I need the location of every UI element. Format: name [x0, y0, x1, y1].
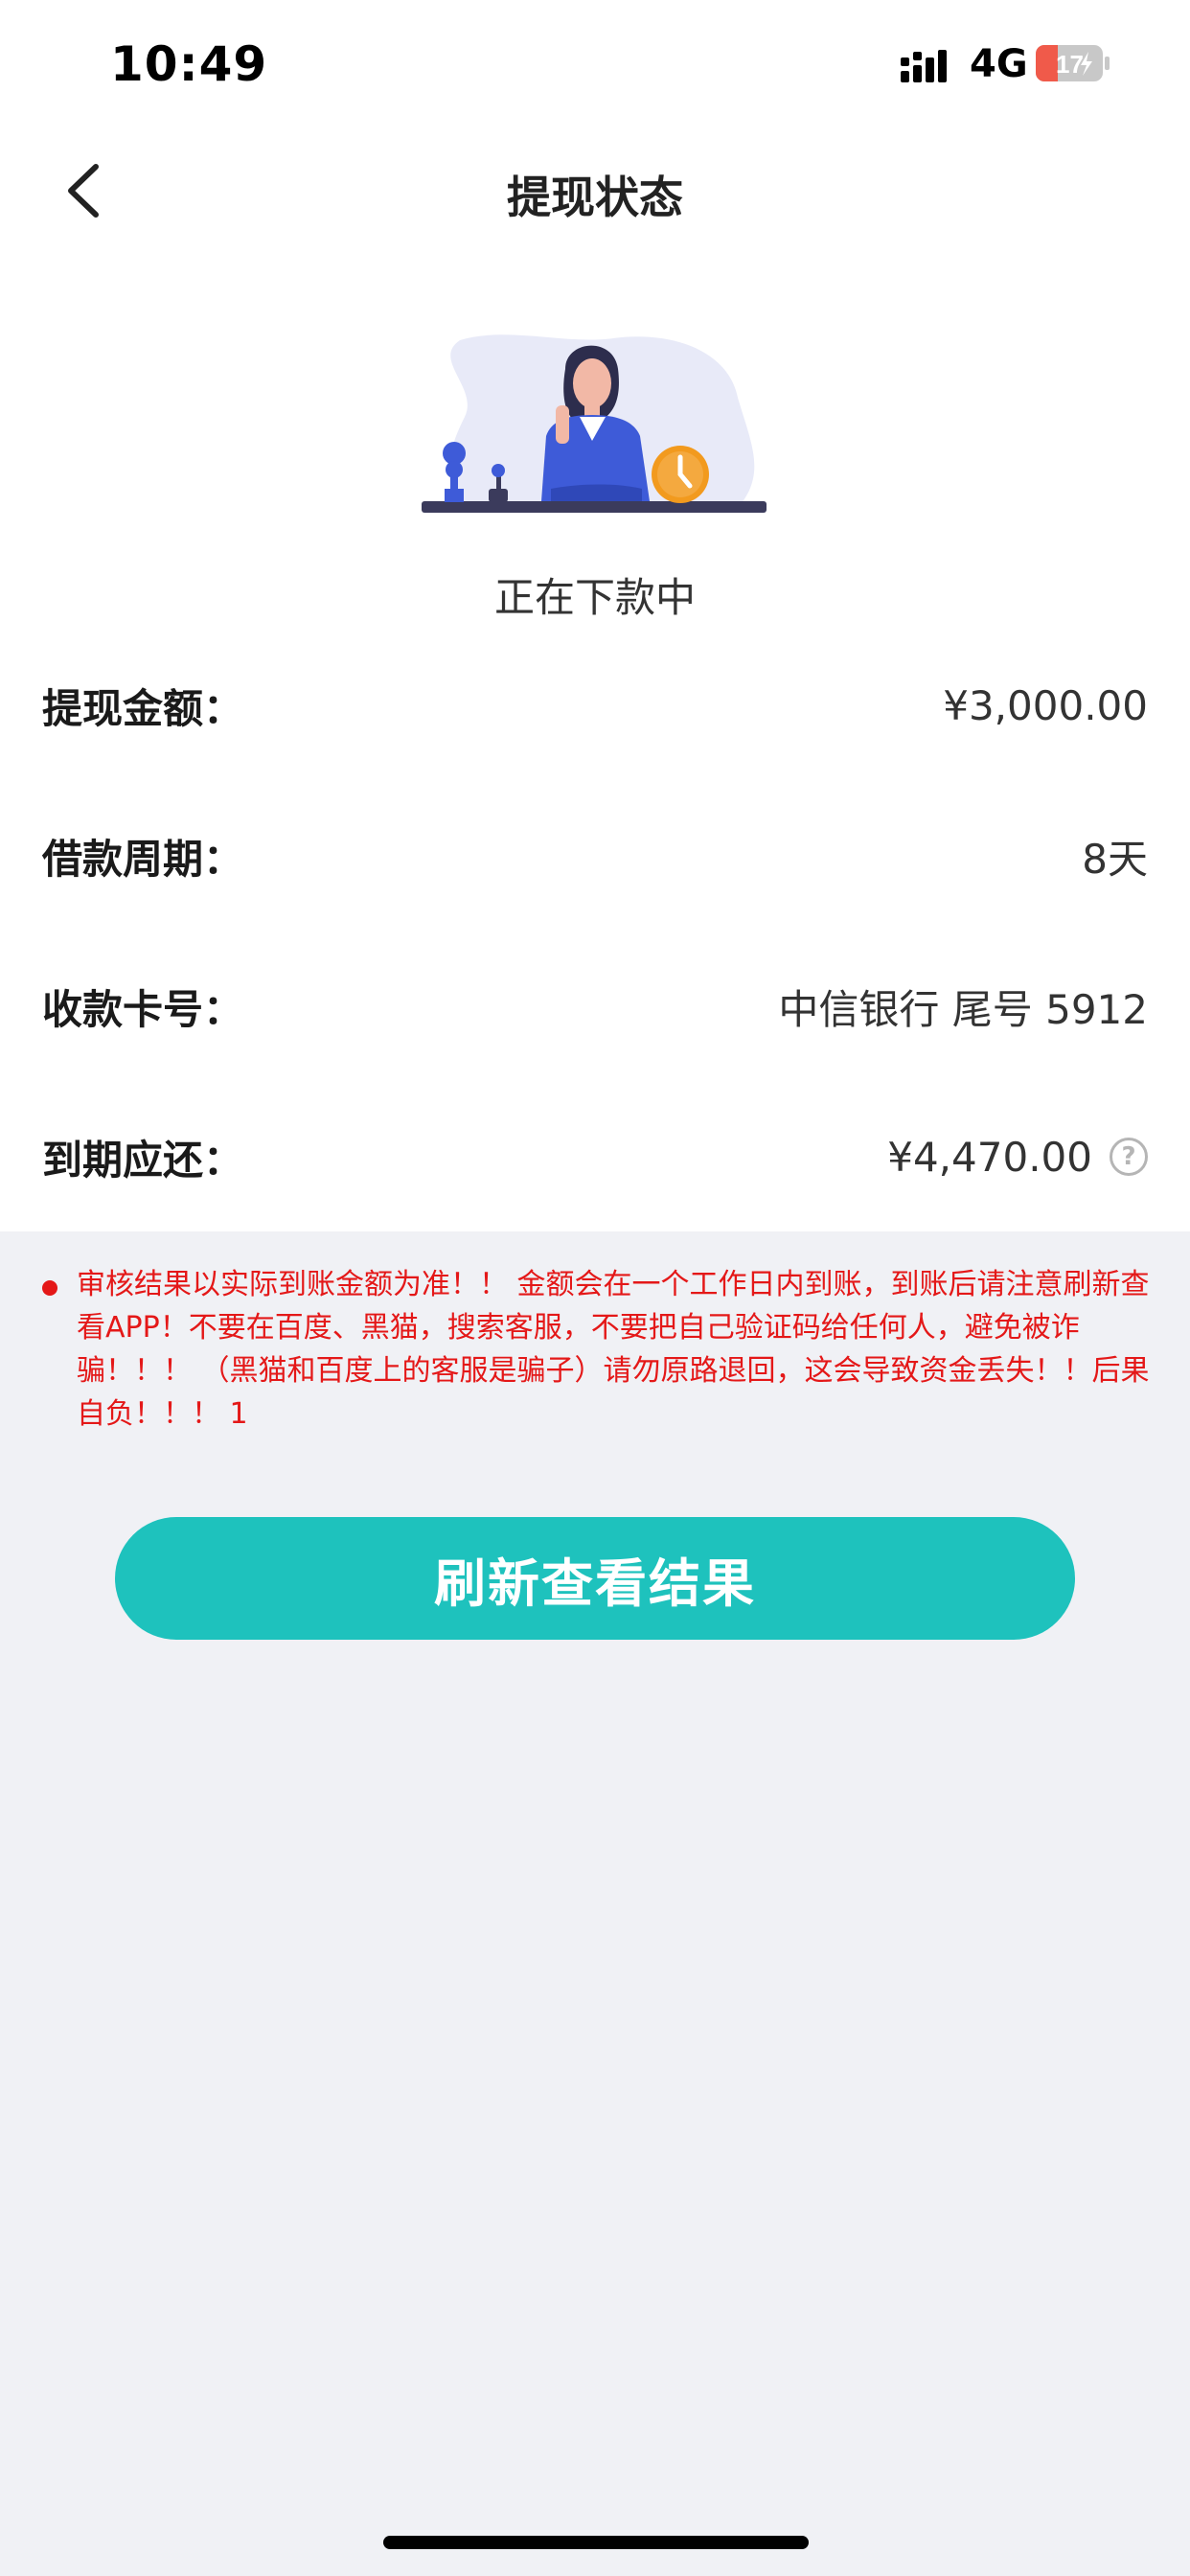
row-card-number: 收款卡号： 中信银行 尾号 5912: [42, 968, 1148, 1045]
notice-text: 审核结果以实际到账金额为准！！ 金额会在一个工作日内到账，到账后请注意刷新查看A…: [77, 1268, 1150, 1431]
row-value: 中信银行 尾号 5912: [778, 985, 1148, 1033]
status-text: 正在下款中: [493, 574, 696, 621]
notice: 审核结果以实际到账金额为准！！ 金额会在一个工作日内到账，到账后请注意刷新查看A…: [42, 1263, 1154, 1436]
battery-level: 17: [1056, 50, 1084, 79]
signal-icon: [901, 50, 947, 82]
row-value: ¥3,000.00: [943, 681, 1148, 729]
page-title: 提现状态: [507, 172, 683, 223]
row-value: 8天: [1082, 835, 1148, 883]
row-label: 收款卡号：: [42, 985, 244, 1033]
battery-icon: 17: [1036, 45, 1110, 81]
row-value: ¥4,470.00: [887, 1133, 1092, 1181]
row-label: 到期应还：: [42, 1136, 244, 1184]
row-loan-period: 借款周期： 8天: [42, 817, 1148, 894]
row-label: 借款周期：: [42, 835, 244, 883]
notice-dot-icon: [42, 1280, 57, 1296]
help-icon[interactable]: ?: [1110, 1138, 1148, 1176]
row-withdraw-amount: 提现金额： ¥3,000.00: [42, 667, 1148, 744]
woman-waiting-clock-illustration: [422, 334, 767, 513]
row-due-amount: 到期应还： ¥4,470.00 ?: [42, 1118, 1148, 1195]
network-type: 4G: [970, 42, 1028, 86]
row-value-wrap: ¥4,470.00 ?: [887, 1134, 1148, 1181]
row-label: 提现金额：: [42, 684, 244, 732]
refresh-button[interactable]: 刷新查看结果: [115, 1517, 1075, 1640]
home-indicator[interactable]: [383, 2536, 809, 2549]
status-time: 10:49: [110, 36, 268, 92]
